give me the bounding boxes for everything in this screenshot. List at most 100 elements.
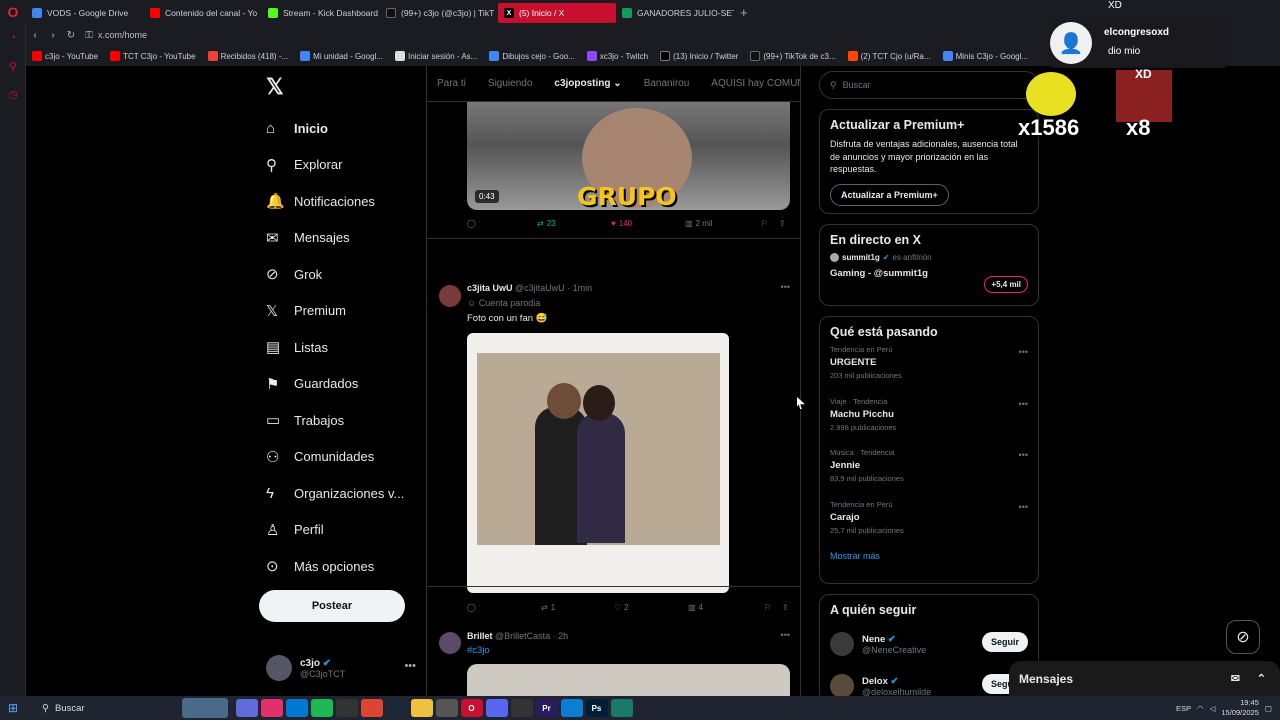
tab-kick[interactable]: Stream - Kick Dashboard [262,3,380,23]
opera-logo-icon[interactable]: O [0,0,26,24]
more-dots-icon[interactable]: ••• [781,630,790,640]
taskbar-app-icon[interactable] [285,699,308,717]
grok-floating-button[interactable]: ⊘ [1226,620,1260,654]
taskbar-app-icon[interactable] [260,699,283,717]
sidebar-history-icon[interactable]: ◷ [0,80,26,108]
bookmark-item[interactable]: Dibujos cejo - Goo... [489,51,575,61]
taskbar-search[interactable]: ⚲ Buscar [32,698,182,718]
bookmark-item[interactable]: Iniciar sesión - As... [394,51,477,61]
account-switcher[interactable]: c3jo ✔ @C3joTCT ••• [266,652,416,684]
hashtag-link[interactable]: #c3jo [467,645,490,656]
bookmark-item[interactable]: (99+) TikTok de c3... [750,51,836,61]
nav-grok[interactable]: ⊘ Grok [256,256,426,293]
tab-sheets[interactable]: GANADORES JULIO-SET [616,3,734,23]
share-button[interactable]: ⇪ [782,603,789,612]
clock[interactable]: 19:45 15/09/2025 [1221,698,1259,718]
discord-icon[interactable] [485,699,508,717]
show-more-link[interactable]: Mostrar más [830,551,1028,561]
more-dots-icon[interactable]: ••• [404,660,416,672]
bookmark-item[interactable]: (2) TCT Cjo (u/Ra... [847,51,931,61]
nav-inicio[interactable]: ⌂ Inicio [256,110,426,147]
post-button[interactable]: Postear [259,590,405,622]
back-icon[interactable]: ‹ [26,30,44,41]
expand-icon[interactable]: ⌃ [1257,672,1266,685]
opera-icon[interactable]: O [460,699,483,717]
volume-icon[interactable]: ◁ [1210,704,1216,713]
bookmark-item[interactable]: (13) Inicio / Twitter [660,51,738,61]
bookmark-item[interactable]: Mi unidad - Googl... [300,51,383,61]
live-host[interactable]: summit1g ✔ es anfitrión [830,253,1028,262]
nav-explorar[interactable]: ⚲ Explorar [256,147,426,184]
search-input[interactable]: ⚲ Buscar [819,71,1039,99]
more-dots-icon[interactable]: ••• [1019,450,1028,460]
taskbar-app-icon[interactable] [435,699,458,717]
messages-drawer[interactable]: Mensajes ✉ ⌃ [1009,661,1280,696]
tab-bananirou[interactable]: Bananirou [644,78,690,89]
reload-icon[interactable]: ↻ [62,30,80,41]
more-dots-icon[interactable]: ••• [1019,399,1028,409]
tab-para-ti[interactable]: Para ti [437,78,466,89]
trend-item[interactable]: Música · Tendencia Jennie 83,9 mil publica… [830,448,1028,500]
x-logo-icon[interactable]: 𝕏 [266,74,426,100]
nav-mensajes[interactable]: ✉ Mensajes [256,220,426,257]
nav-listas[interactable]: ▤ Listas [256,329,426,366]
language-indicator[interactable]: ESP [1176,704,1191,713]
url-field[interactable]: x.com/home [98,30,147,40]
taskbar-app-icon[interactable] [510,699,533,717]
forward-icon[interactable]: › [44,30,62,41]
nav-premium[interactable]: 𝕏 Premium [256,293,426,330]
views-button[interactable]: ▥ 2 mil [685,219,761,228]
premiere-icon[interactable]: Pr [535,699,558,717]
bookmark-button[interactable]: ⚐ [764,603,782,612]
bookmark-item[interactable]: Recibidos (418) -... [207,51,288,61]
reply-button[interactable]: ◯ [467,603,541,612]
taskbar-app-icon[interactable] [610,699,633,717]
more-dots-icon[interactable]: ••• [781,282,790,292]
tab-c3joposting[interactable]: c3joposting ⌄ [554,78,621,89]
more-dots-icon[interactable]: ••• [1019,347,1028,357]
taskbar-app-icon[interactable] [235,699,258,717]
trend-item[interactable]: Viaje · Tendencia Machu Picchu 2.998 publi… [830,397,1028,449]
like-button[interactable]: ♡ 2 [614,603,688,612]
more-dots-icon[interactable]: ••• [1019,502,1028,512]
premium-button[interactable]: Actualizar a Premium+ [830,183,949,206]
windows-start-icon[interactable]: ⊞ [0,701,26,715]
new-message-icon[interactable]: ✉ [1231,672,1240,685]
repost-button[interactable]: ⇄ 23 [537,219,611,228]
tab-tiktok[interactable]: (99+) c3jo (@c3jo) | TikT [380,3,498,23]
nav-comunidades[interactable]: ⚇ Comunidades [256,439,426,476]
nav-perfil[interactable]: ♙ Perfil [256,512,426,549]
post-video[interactable]: GRUPO 0:43 [467,102,790,210]
wifi-icon[interactable]: ◠ [1197,704,1204,713]
photoshop-icon[interactable]: Ps [585,699,608,717]
taskbar-app-icon[interactable] [335,699,358,717]
post-image[interactable] [467,333,729,593]
repost-button[interactable]: ⇄ 1 [541,603,614,612]
follow-suggestion[interactable]: Nene ✔ @NeneCreative Seguir [830,623,1028,665]
nav-notificaciones[interactable]: 🔔 Notificaciones [256,183,426,220]
trend-item[interactable]: Tendencia en Perú URGENTE 203 mil publicac… [830,345,1028,397]
bookmark-item[interactable]: TCT C3jo - YouTube [110,51,196,61]
sidebar-extension-icon[interactable]: ⚲ [0,52,26,80]
reply-button[interactable]: ◯ [467,219,537,228]
bookmark-button[interactable]: ⚐ [761,219,779,228]
trend-item[interactable]: Tendencia en Perú Carajo 25,7 mil publicac… [830,500,1028,552]
avatar[interactable] [439,632,461,654]
bookmark-item[interactable]: xc3jo - Twitch [586,51,648,61]
post-image[interactable] [467,664,790,696]
tab-youtube-content[interactable]: Contenido del canal - Yo [144,3,262,23]
avatar[interactable] [439,285,461,307]
follow-button[interactable]: Seguir [981,632,1028,652]
site-info-icon[interactable]: ⚿ [80,30,98,41]
nav-guardados[interactable]: ⚑ Guardados [256,366,426,403]
edge-icon[interactable] [560,699,583,717]
bookmark-item[interactable]: Minis C3jo - Googl... [942,51,1028,61]
tab-vods[interactable]: VODS - Google Drive [26,3,144,23]
nav-trabajos[interactable]: ▭ Trabajos [256,402,426,439]
tab-aquisi[interactable]: AQUISI hay COMUNIDA [711,78,800,89]
tab-x-home[interactable]: X (5) Inicio / X [498,3,616,23]
notification-icon[interactable]: ▢ [1265,704,1272,713]
bookmark-item[interactable]: c3jo - YouTube [32,51,98,61]
steam-icon[interactable] [385,699,408,717]
nav-organizaciones[interactable]: ϟ Organizaciones v... [256,475,426,512]
